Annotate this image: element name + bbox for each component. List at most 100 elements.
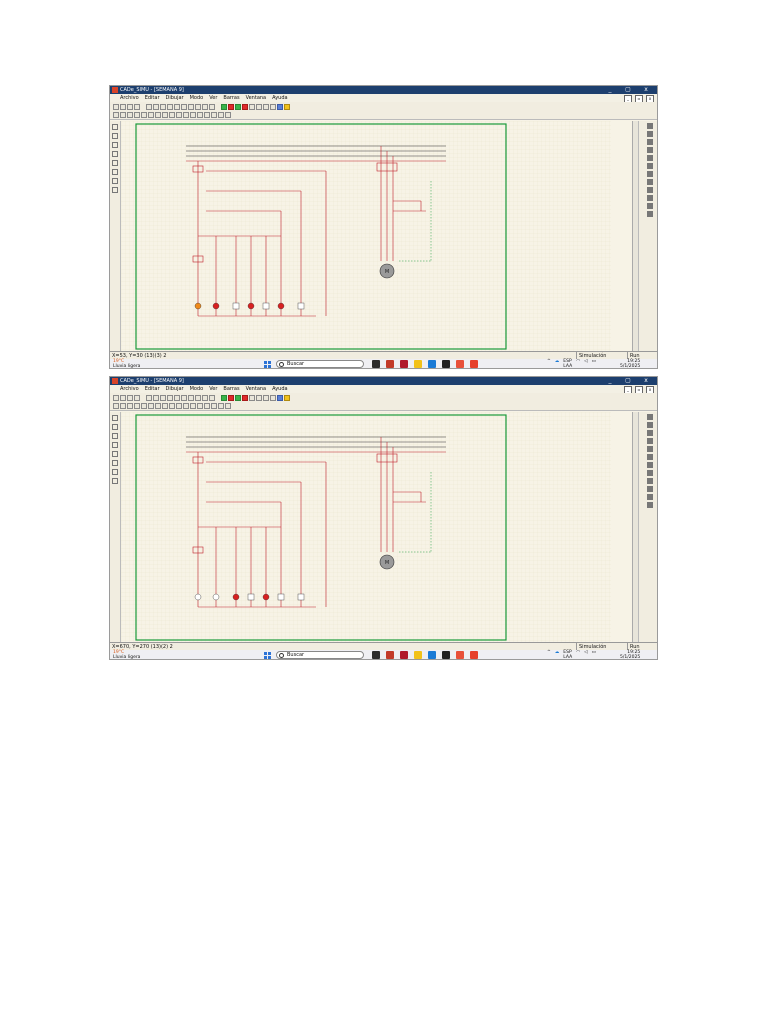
line-tool-icon[interactable] bbox=[112, 133, 118, 139]
taskbar-search-input[interactable]: Buscar bbox=[276, 651, 364, 659]
connector-tool-icon[interactable] bbox=[197, 403, 203, 409]
zoom-all-icon[interactable] bbox=[277, 394, 283, 401]
palette-item-icon[interactable] bbox=[647, 171, 653, 177]
palette-item-icon[interactable] bbox=[647, 486, 653, 492]
palette-item-icon[interactable] bbox=[647, 211, 653, 217]
palette-item-icon[interactable] bbox=[647, 470, 653, 476]
zoom-window-icon[interactable] bbox=[263, 394, 269, 401]
app-store-icon[interactable] bbox=[442, 360, 450, 368]
select-arrow-icon[interactable] bbox=[112, 124, 118, 130]
filled-ellipse-icon[interactable] bbox=[112, 460, 118, 466]
volume-icon[interactable]: ◁ bbox=[584, 359, 587, 368]
contact-tool-icon[interactable] bbox=[127, 403, 133, 409]
wire-tool-icon[interactable] bbox=[211, 403, 217, 409]
align-icon[interactable] bbox=[209, 103, 215, 110]
zoom-all-icon[interactable] bbox=[277, 103, 283, 110]
filled-ellipse-icon[interactable] bbox=[112, 169, 118, 175]
weather-widget[interactable]: 19°C Lluvia ligera bbox=[113, 650, 140, 659]
zoom-in-icon[interactable] bbox=[249, 103, 255, 110]
copy-icon[interactable] bbox=[153, 394, 159, 401]
chevron-up-icon[interactable]: ^ bbox=[547, 359, 551, 368]
palette-item-icon[interactable] bbox=[647, 179, 653, 185]
app-store-icon[interactable] bbox=[442, 651, 450, 659]
motor-tool-icon[interactable] bbox=[155, 112, 161, 118]
palette-item-icon[interactable] bbox=[647, 155, 653, 161]
menu-ayuda[interactable]: Ayuda bbox=[272, 94, 287, 102]
menu-archivo[interactable]: Archivo bbox=[120, 94, 139, 102]
maximize-button[interactable]: ▢ bbox=[619, 377, 637, 385]
play-simulation-icon[interactable] bbox=[221, 394, 227, 401]
play-simulation-icon[interactable] bbox=[221, 103, 227, 110]
app-task-view-icon[interactable] bbox=[372, 651, 380, 659]
breaker-tool-icon[interactable] bbox=[141, 403, 147, 409]
app-file-explorer-icon[interactable] bbox=[414, 360, 422, 368]
relay-tool-icon[interactable] bbox=[148, 112, 154, 118]
sensor-tool-icon[interactable] bbox=[162, 403, 168, 409]
minimize-button[interactable]: _ bbox=[601, 86, 619, 94]
timer-tool-icon[interactable] bbox=[183, 403, 189, 409]
breaker-tool-icon[interactable] bbox=[141, 112, 147, 118]
timer-tool-icon[interactable] bbox=[183, 112, 189, 118]
palette-item-icon[interactable] bbox=[647, 414, 653, 420]
step-icon[interactable] bbox=[235, 103, 241, 110]
switch-tool-icon[interactable] bbox=[120, 403, 126, 409]
coil-tool-icon[interactable] bbox=[190, 112, 196, 118]
onedrive-icon[interactable]: ☁ bbox=[555, 359, 560, 368]
chevron-up-icon[interactable]: ^ bbox=[547, 650, 551, 659]
filled-rect-icon[interactable] bbox=[112, 160, 118, 166]
palette-item-icon[interactable] bbox=[647, 454, 653, 460]
taskbar-search-input[interactable]: Buscar bbox=[276, 360, 364, 368]
app-cadesimu-icon[interactable] bbox=[470, 360, 478, 368]
lamp-tool-icon[interactable] bbox=[176, 403, 182, 409]
terminal-tool-icon[interactable] bbox=[204, 112, 210, 118]
close-button[interactable]: x bbox=[637, 86, 655, 94]
minimize-button[interactable]: _ bbox=[601, 377, 619, 385]
menu-modo[interactable]: Modo bbox=[190, 94, 204, 102]
zoom-out-icon[interactable] bbox=[256, 394, 262, 401]
font-size-icon[interactable] bbox=[202, 394, 208, 401]
help-icon[interactable] bbox=[284, 103, 290, 110]
battery-icon[interactable]: ▭ bbox=[592, 650, 596, 659]
menu-ver[interactable]: Ver bbox=[209, 385, 217, 393]
contact-tool-icon[interactable] bbox=[127, 112, 133, 118]
pen-tool-icon[interactable] bbox=[112, 469, 118, 475]
undo-icon[interactable] bbox=[181, 394, 187, 401]
app-file-explorer-icon[interactable] bbox=[414, 651, 422, 659]
palette-item-icon[interactable] bbox=[647, 147, 653, 153]
motor-tool-icon[interactable] bbox=[155, 403, 161, 409]
menu-modo[interactable]: Modo bbox=[190, 385, 204, 393]
switch-tool-icon[interactable] bbox=[120, 112, 126, 118]
pause-icon[interactable] bbox=[242, 394, 248, 401]
relay-tool-icon[interactable] bbox=[148, 403, 154, 409]
palette-item-icon[interactable] bbox=[647, 438, 653, 444]
schematic-canvas[interactable]: M bbox=[121, 121, 611, 351]
more-tools-icon[interactable] bbox=[225, 112, 231, 118]
onedrive-icon[interactable]: ☁ bbox=[555, 650, 560, 659]
cable-tool-icon[interactable] bbox=[218, 403, 224, 409]
lamp-tool-icon[interactable] bbox=[176, 112, 182, 118]
menu-barras[interactable]: Barras bbox=[223, 385, 239, 393]
line-tool-icon[interactable] bbox=[112, 424, 118, 430]
menu-ver[interactable]: Ver bbox=[209, 94, 217, 102]
menu-editar[interactable]: Editar bbox=[145, 94, 160, 102]
paste-icon[interactable] bbox=[160, 394, 166, 401]
terminal-tool-icon[interactable] bbox=[204, 403, 210, 409]
copy-icon[interactable] bbox=[153, 103, 159, 110]
menu-ventana[interactable]: Ventana bbox=[246, 385, 267, 393]
ellipse-tool-icon[interactable] bbox=[112, 151, 118, 157]
help-icon[interactable] bbox=[284, 394, 290, 401]
delete-icon[interactable] bbox=[167, 394, 173, 401]
redo-icon[interactable] bbox=[188, 103, 194, 110]
app-edge-icon[interactable] bbox=[428, 360, 436, 368]
text-tool-icon[interactable] bbox=[112, 478, 118, 484]
wifi-icon[interactable]: ◠ bbox=[576, 650, 580, 659]
text-tool-icon[interactable] bbox=[112, 187, 118, 193]
app-game-icon[interactable] bbox=[386, 360, 394, 368]
new-file-icon[interactable] bbox=[113, 394, 119, 401]
cut-icon[interactable] bbox=[146, 394, 152, 401]
windows-start-icon[interactable] bbox=[264, 652, 271, 659]
redo-icon[interactable] bbox=[188, 394, 194, 401]
palette-item-icon[interactable] bbox=[647, 430, 653, 436]
app-edge-icon[interactable] bbox=[428, 651, 436, 659]
palette-item-icon[interactable] bbox=[647, 478, 653, 484]
